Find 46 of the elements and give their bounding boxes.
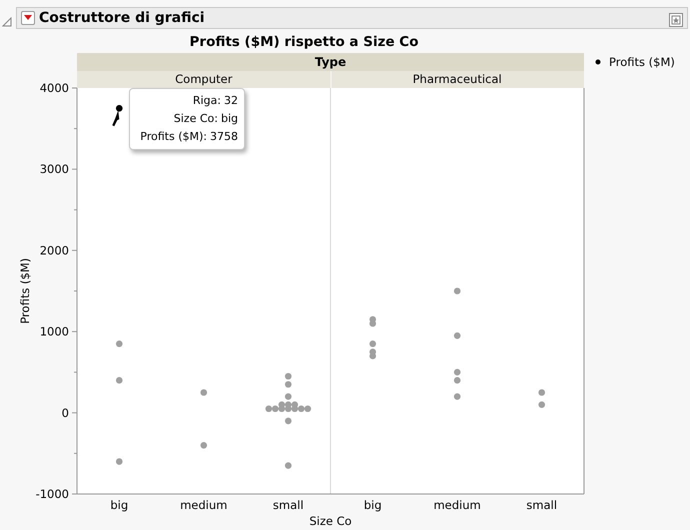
data-point	[454, 393, 461, 400]
pin-icon[interactable]	[669, 10, 683, 24]
facet-label: Computer	[175, 72, 232, 86]
y-axis-title: Profits ($M)	[18, 258, 32, 324]
tooltip-value: big	[220, 111, 238, 127]
data-point	[284, 462, 292, 469]
tooltip-label: Riga:	[192, 93, 221, 109]
x-tick-label: big	[110, 498, 128, 512]
legend-label: Profits ($M)	[609, 55, 675, 69]
x-axis-title: Size Co	[309, 514, 352, 528]
x-tick-label: small	[272, 498, 304, 512]
data-point	[116, 377, 123, 384]
data-point	[454, 288, 461, 294]
x-tick-label: big	[364, 498, 382, 512]
y-tick-label: 4000	[40, 81, 69, 95]
data-point	[200, 442, 208, 449]
panel-title: Costruttore di grafici	[39, 10, 205, 24]
facet-title: Type	[314, 55, 346, 69]
tooltip-value: 32	[224, 93, 238, 109]
caret-icon	[24, 15, 32, 20]
data-point	[200, 389, 208, 396]
y-tick-label: 0	[62, 406, 69, 420]
data-point	[454, 332, 461, 339]
data-point	[284, 418, 292, 424]
tooltip-label: Profits ($M):	[140, 129, 207, 145]
data-point	[538, 401, 546, 408]
facet-label: Pharmaceutical	[412, 72, 502, 86]
x-tick-label: small	[526, 498, 558, 512]
y-tick-label: 1000	[40, 324, 69, 339]
legend-marker-icon	[596, 60, 600, 64]
tooltip-label: Size Co:	[174, 111, 218, 127]
tooltip-value: 3758	[210, 129, 238, 145]
menu-button[interactable]	[21, 10, 35, 24]
data-point	[538, 389, 546, 396]
data-point	[454, 377, 461, 384]
y-tick-label: -1000	[36, 487, 69, 501]
chart-title: Profits ($M) rispetto a Size Co	[190, 34, 418, 50]
data-point	[116, 458, 123, 465]
x-tick-label: medium	[180, 498, 228, 512]
y-tick-label: 3000	[40, 162, 69, 176]
x-tick-label: medium	[434, 498, 481, 512]
highlighted-point[interactable]	[116, 105, 123, 112]
data-point	[116, 340, 123, 348]
y-tick-label: 2000	[40, 243, 69, 258]
data-point	[454, 368, 461, 376]
cursor-icon	[112, 110, 120, 126]
